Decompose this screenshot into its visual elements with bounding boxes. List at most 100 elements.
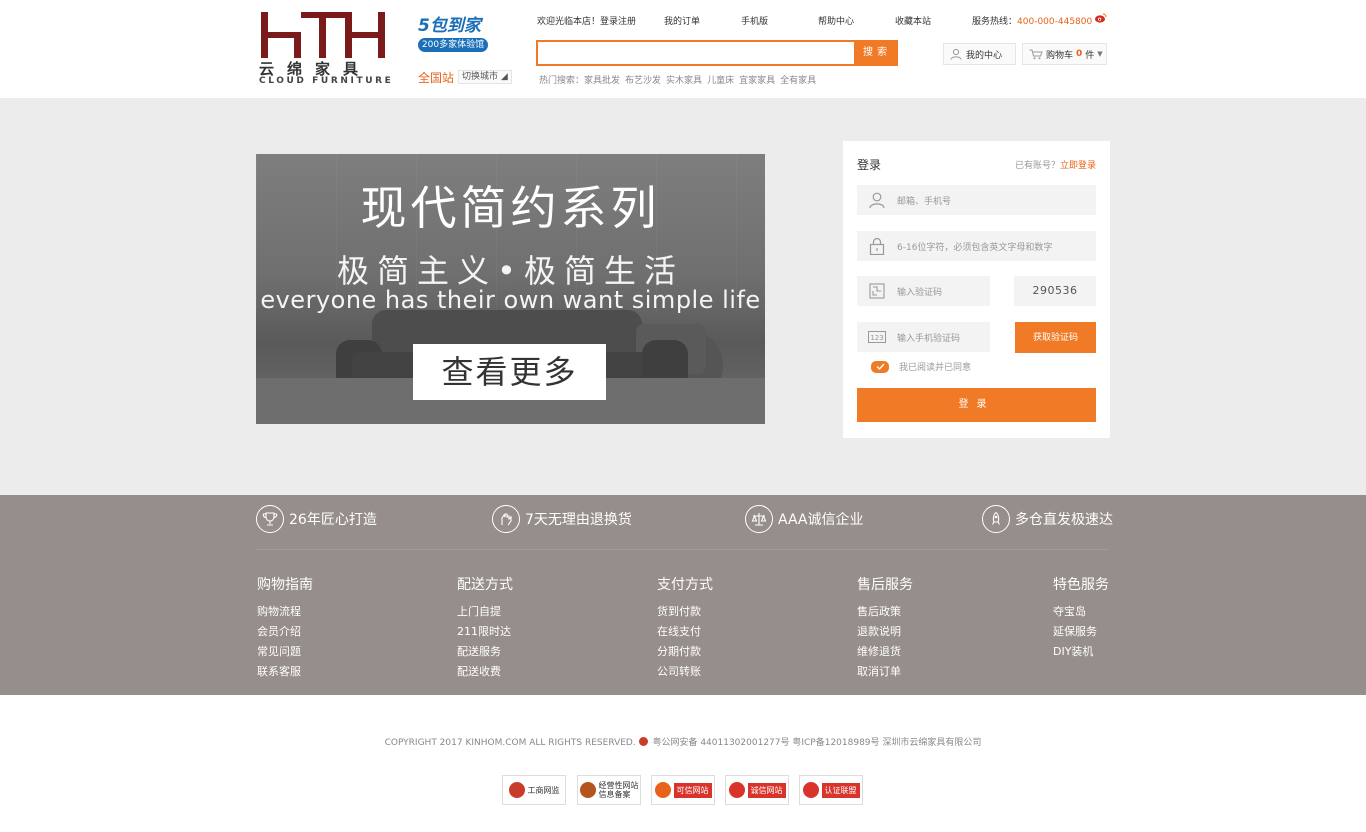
user-icon — [869, 192, 885, 209]
footer-section: 26年匠心打造 7天无理由退换货 AAA诚信企业 多仓直发极速达 购物指南 购物… — [0, 495, 1366, 695]
agree-checkbox[interactable] — [871, 360, 889, 373]
captcha-field[interactable]: 输入验证码 — [857, 276, 990, 306]
footer-link[interactable]: 公司转账 — [657, 662, 713, 682]
login-now-link[interactable]: 立即登录 — [1060, 161, 1096, 171]
alliance-icon — [802, 782, 819, 798]
footer-link[interactable]: 分期付款 — [657, 642, 713, 662]
footer-link[interactable]: 退款说明 — [857, 622, 913, 642]
footer-link[interactable]: 售后政策 — [857, 602, 913, 622]
cart-button[interactable]: 购物车 0 件 ▼ — [1022, 43, 1107, 65]
footer-column-title: 售后服务 — [857, 577, 913, 593]
cert-badge[interactable]: 诚信网站 — [725, 775, 789, 805]
cert-label: 经营性网站 信息备案 — [598, 781, 639, 799]
switch-city-button[interactable]: 切换城市 ◢ — [458, 70, 512, 84]
agreement-row[interactable]: 我已阅读并已同意 — [871, 360, 971, 373]
footer-link[interactable]: 在线支付 — [657, 622, 713, 642]
sms-code-field[interactable]: 123 输入手机验证码 — [857, 322, 990, 352]
promo-banner[interactable]: 现代简约系列 极简主义•极简生活 everyone has their own … — [256, 154, 765, 424]
hot-search-item[interactable]: 儿童床 — [707, 76, 734, 86]
sms-placeholder: 输入手机验证码 — [897, 333, 961, 344]
hotline-number: 400-000-445800 — [1017, 17, 1093, 27]
footer-link[interactable]: DIY装机 — [1053, 642, 1109, 662]
certification-badges: 工商网监 经营性网站 信息备案 可信网站 诚信网站 认证联盟 — [502, 775, 866, 805]
footer-link[interactable]: 延保服务 — [1053, 622, 1109, 642]
footer-link[interactable]: 取消订单 — [857, 662, 913, 682]
account-placeholder: 邮箱、手机号 — [897, 196, 952, 207]
captcha-icon — [869, 283, 885, 299]
footer-link[interactable]: 常见问题 — [257, 642, 313, 662]
promo-english-slogan: everyone has their own want simple life — [260, 286, 761, 314]
footer-column-delivery: 配送方式 上门自提 211限时达 配送服务 配送收费 — [457, 574, 513, 682]
feature-item: AAA诚信企业 — [745, 505, 864, 533]
search-button[interactable]: 搜索 — [856, 40, 898, 66]
hot-search-item[interactable]: 布艺沙发 — [625, 76, 661, 86]
chevron-down-icon: ▼ — [1097, 50, 1103, 58]
hot-search-item[interactable]: 实木家具 — [666, 76, 702, 86]
delivery-badge[interactable]: 5包到家 200多家体验馆 — [418, 15, 490, 57]
captcha-image[interactable]: 290536 — [1014, 276, 1096, 306]
login-tip: 已有账号？立即登录 — [1015, 158, 1096, 171]
footer-column-title: 特色服务 — [1053, 577, 1109, 593]
login-submit-button[interactable]: 登录 — [857, 388, 1096, 422]
lock-icon — [869, 237, 885, 255]
hero-section: 现代简约系列 极简主义•极简生活 everyone has their own … — [0, 98, 1366, 495]
hot-search-item[interactable]: 宜家家具 — [739, 76, 775, 86]
password-field[interactable]: 6-16位字符，必须包含英文字母和数字 — [857, 231, 1096, 261]
footer-column-title: 配送方式 — [457, 577, 513, 593]
hot-search-item[interactable]: 家具批发 — [584, 76, 620, 86]
trust-icon — [654, 782, 671, 798]
get-sms-code-button[interactable]: 获取验证码 — [1015, 322, 1096, 353]
footer-link[interactable]: 配送服务 — [457, 642, 513, 662]
footer-link[interactable]: 货到付款 — [657, 602, 713, 622]
logo-english-name: CLOUD FURNITURE — [259, 76, 394, 86]
my-orders-link[interactable]: 我的订单 — [664, 14, 700, 27]
current-region: 全国站 — [418, 71, 455, 85]
footer-link[interactable]: 夺宝岛 — [1053, 602, 1109, 622]
footer-column-title: 购物指南 — [257, 577, 313, 593]
cart-label: 购物车 — [1046, 50, 1074, 61]
site-header: 云绵家具 CLOUD FURNITURE 5包到家 200多家体验馆 全国站 切… — [0, 0, 1366, 98]
my-center-button[interactable]: 我的中心 — [943, 43, 1016, 65]
footer-link[interactable]: 联系客服 — [257, 662, 313, 682]
cert-badge[interactable]: 经营性网站 信息备案 — [577, 775, 641, 805]
login-panel: 登录 已有账号？立即登录 邮箱、手机号 6-16位字符，必须包含英文字母和数字 … — [843, 141, 1110, 438]
cert-label: 诚信网站 — [747, 782, 786, 798]
hot-search-item[interactable]: 全有家具 — [780, 76, 816, 86]
hand-icon — [501, 513, 512, 526]
captcha-placeholder: 输入验证码 — [897, 287, 943, 298]
copyright: COPYRIGHT 2017 KINHOM.COM ALL RIGHTS RES… — [0, 735, 1366, 748]
welcome-login-link[interactable]: 欢迎光临本店！登录注册 — [537, 14, 636, 27]
cert-badge[interactable]: 认证联盟 — [799, 775, 863, 805]
footer-link[interactable]: 购物流程 — [257, 602, 313, 622]
icp-record-text[interactable]: 粤公网安备 44011302001277号 粤ICP备12018989号 深圳市… — [652, 738, 981, 748]
footer-link[interactable]: 上门自提 — [457, 602, 513, 622]
cert-label: 工商网监 — [527, 785, 560, 795]
cart-count: 0 — [1076, 49, 1083, 59]
help-center-link[interactable]: 帮助中心 — [818, 14, 854, 27]
hotline-prefix: 服务热线： — [972, 17, 1018, 27]
feature-label: 多仓直发极速达 — [1015, 512, 1113, 528]
promo-title: 现代简约系列 — [360, 181, 661, 235]
password-placeholder: 6-16位字符，必须包含英文字母和数字 — [897, 242, 1053, 253]
feature-item: 26年匠心打造 — [256, 505, 377, 533]
footer-link[interactable]: 配送收费 — [457, 662, 513, 682]
view-more-button[interactable]: 查看更多 — [413, 344, 606, 400]
footer-link[interactable]: 会员介绍 — [257, 622, 313, 642]
emblem-icon — [508, 782, 525, 798]
number-icon: 123 — [868, 331, 886, 343]
site-logo[interactable]: 云绵家具 CLOUD FURNITURE — [259, 10, 394, 88]
account-field[interactable]: 邮箱、手机号 — [857, 185, 1096, 215]
mobile-link[interactable]: 手机版 — [741, 14, 768, 27]
footer-link[interactable]: 维修退货 — [857, 642, 913, 662]
cert-badge[interactable]: 工商网监 — [502, 775, 566, 805]
search-input[interactable] — [536, 40, 856, 66]
feature-item: 多仓直发极速达 — [982, 505, 1113, 533]
agree-label: 我已阅读并已同意 — [899, 363, 972, 373]
bookmark-link[interactable]: 收藏本站 — [895, 14, 931, 27]
footer-link[interactable]: 211限时达 — [457, 622, 513, 642]
emblem-icon — [579, 782, 596, 798]
hot-search-label: 热门搜索： — [539, 76, 585, 86]
cert-badge[interactable]: 可信网站 — [651, 775, 715, 805]
weibo-icon[interactable] — [1095, 13, 1107, 23]
footer-column-payment: 支付方式 货到付款 在线支付 分期付款 公司转账 — [657, 574, 713, 682]
